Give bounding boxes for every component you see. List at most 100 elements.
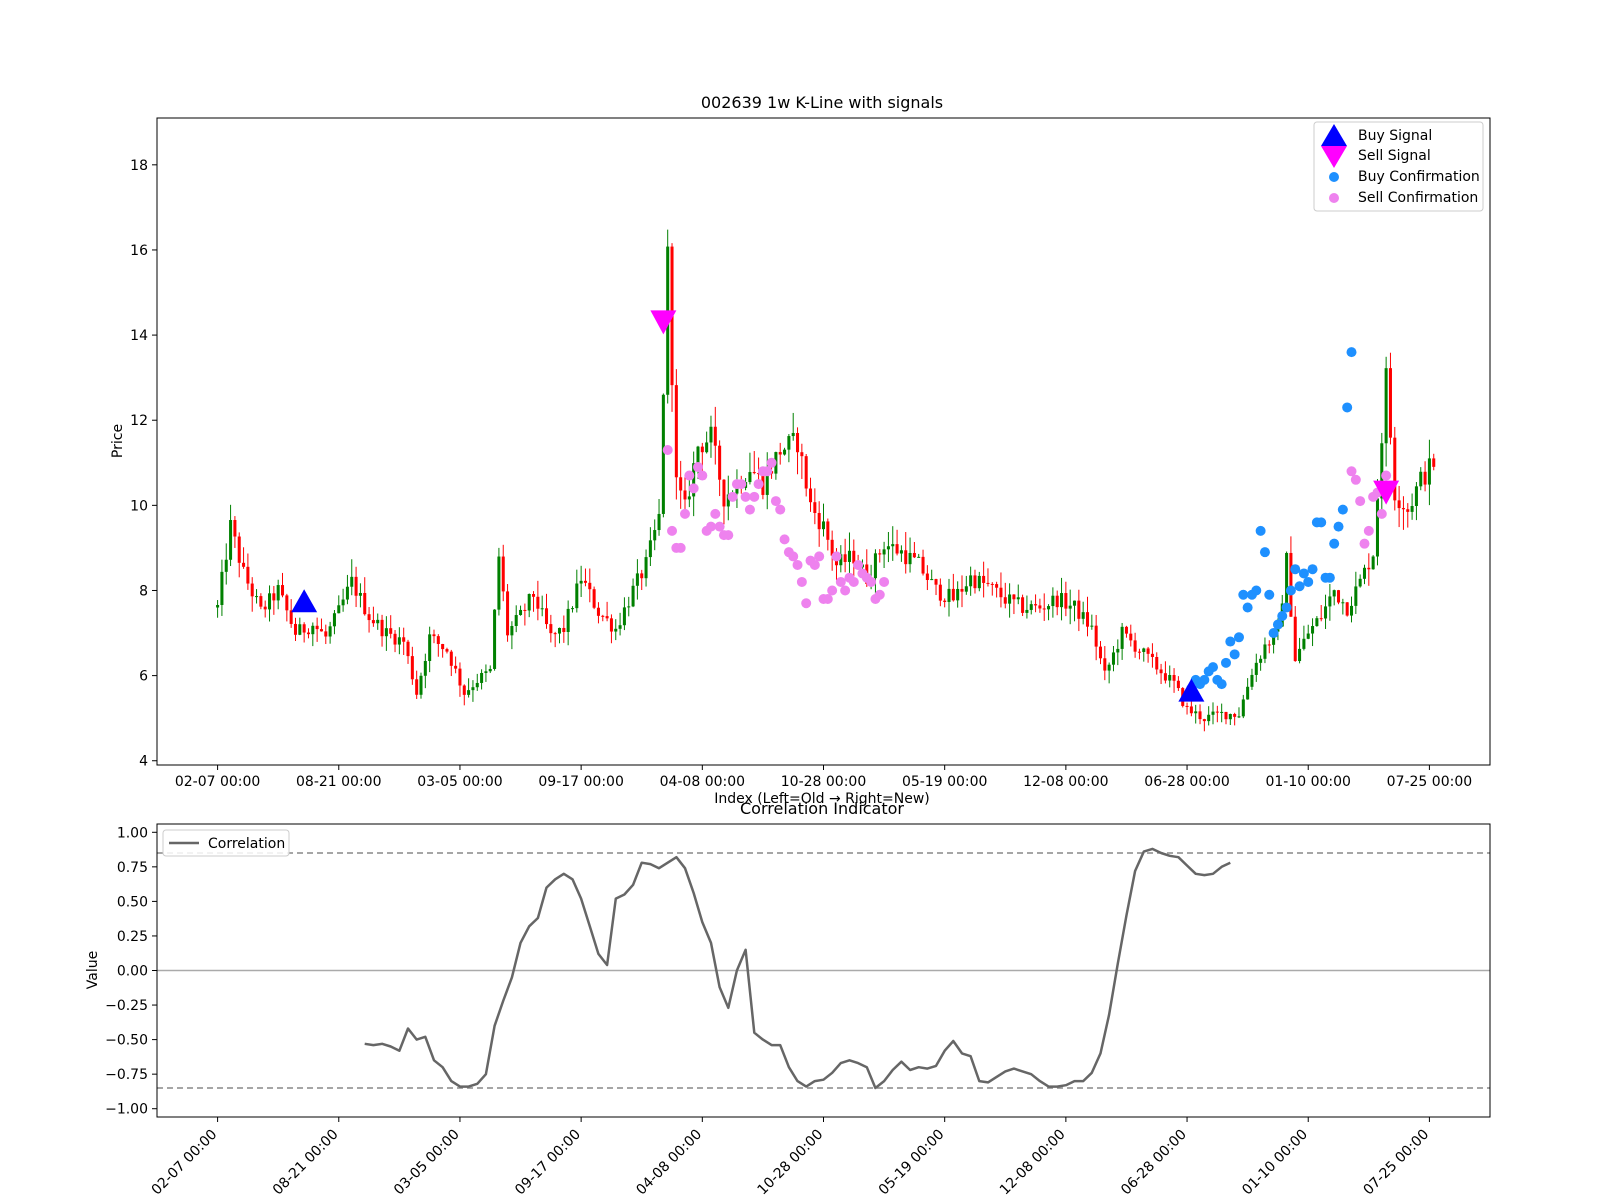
candle-body [1081,612,1085,619]
candle-body [1401,508,1405,510]
candle-body [1038,605,1042,609]
candle-body [579,580,583,584]
candle-body [1328,596,1332,607]
sell-confirmation-point [680,508,691,519]
candle-body [705,442,709,453]
candle-body [454,665,458,669]
candle-body [432,634,436,637]
sell-confirmation-point [705,521,716,532]
candle-body [696,446,700,464]
candle-body [345,586,349,600]
candle-body [1159,669,1163,674]
candle-body [631,585,635,607]
candle-body [969,575,973,587]
candle-body [709,426,713,443]
buy-confirmation-point [1238,589,1249,600]
candle-body [982,575,986,583]
sell-confirmation-point [753,479,764,490]
sell-confirmation-point [827,585,838,596]
buy-confirmation-point [1208,662,1219,673]
candle-body [246,566,250,584]
candle-body [242,562,246,567]
candle-body [930,579,934,581]
x-tick-label: 12-08 00:00 [1023,774,1108,790]
candle-body [1375,498,1379,557]
candle-body [912,552,916,558]
candle-body [1371,556,1375,570]
candle-body [397,637,401,645]
candle-body [583,580,587,583]
x-tick-label: 05-19 00:00 [902,774,987,790]
candle-body [428,634,432,661]
candle-body [1163,673,1167,681]
candle-body [553,633,557,635]
candle-body [986,582,990,584]
sell-confirmation-point [1363,525,1374,536]
y-tick-label: 14 [130,328,148,344]
candle-body [306,632,310,635]
y-tick-label: 10 [130,498,148,514]
candle-body [255,596,259,598]
candle-body [1146,648,1150,654]
candle-body [657,513,661,531]
buy-confirmation-point [1329,538,1340,549]
candle-body [752,472,756,474]
candle-body [393,633,397,645]
candle-body [298,624,302,635]
sell-confirmation-point [697,470,708,481]
candle-body [557,627,562,634]
candle-body [800,452,804,457]
candle-body [250,583,254,597]
candle-body [1432,458,1436,467]
candle-body [1414,486,1418,507]
candle-body [259,596,263,607]
candle-body [718,445,722,480]
y-tick-label: 0.00 [117,964,148,980]
candle-body [471,687,475,691]
candle-body [1021,597,1025,613]
candle-body [1090,625,1094,627]
buy-confirmation-point [1233,632,1244,643]
candle-body [1111,652,1115,665]
candle-body [648,540,652,558]
sell-confirmation-point [723,530,734,541]
buy-confirmation-point [1346,347,1357,358]
buy-confirmation-point [1268,628,1279,639]
candle-body [817,512,821,530]
candle-body [1211,711,1215,715]
candle-body [1142,648,1146,652]
candle-body [601,615,605,617]
sell-confirmation-point [770,496,781,507]
sell-confirmation-point [684,470,695,481]
sell-confirmation-point [879,576,890,587]
sell-confirmation-point [775,504,786,515]
candle-body [925,573,929,580]
sell-confirmation-point [822,593,833,604]
candle-body [315,625,319,630]
candle-body [1012,594,1016,600]
candle-body [415,679,419,695]
y-tick-label: −0.75 [105,1067,148,1083]
candle-body [588,582,592,590]
candle-body [713,426,717,446]
candle-body [614,628,618,632]
candle-body [826,521,830,540]
candle-body [878,553,882,555]
candle-body [1133,640,1137,652]
candle-body [540,608,544,610]
candle-body [449,651,453,666]
candle-body [1094,625,1098,647]
candle-body [683,490,687,500]
candle-body [1362,567,1367,579]
candle-body [285,595,289,611]
candle-body [570,608,574,610]
candle-body [1427,458,1431,485]
candle-body [847,550,851,562]
candle-body [1137,651,1141,653]
candle-body [1085,612,1090,627]
x-tick-label: 06-28 00:00 [1144,774,1229,790]
sell-confirmation-point [1376,508,1387,519]
candle-body [999,587,1003,598]
candle-body [1107,664,1111,671]
candle-body [484,671,488,673]
